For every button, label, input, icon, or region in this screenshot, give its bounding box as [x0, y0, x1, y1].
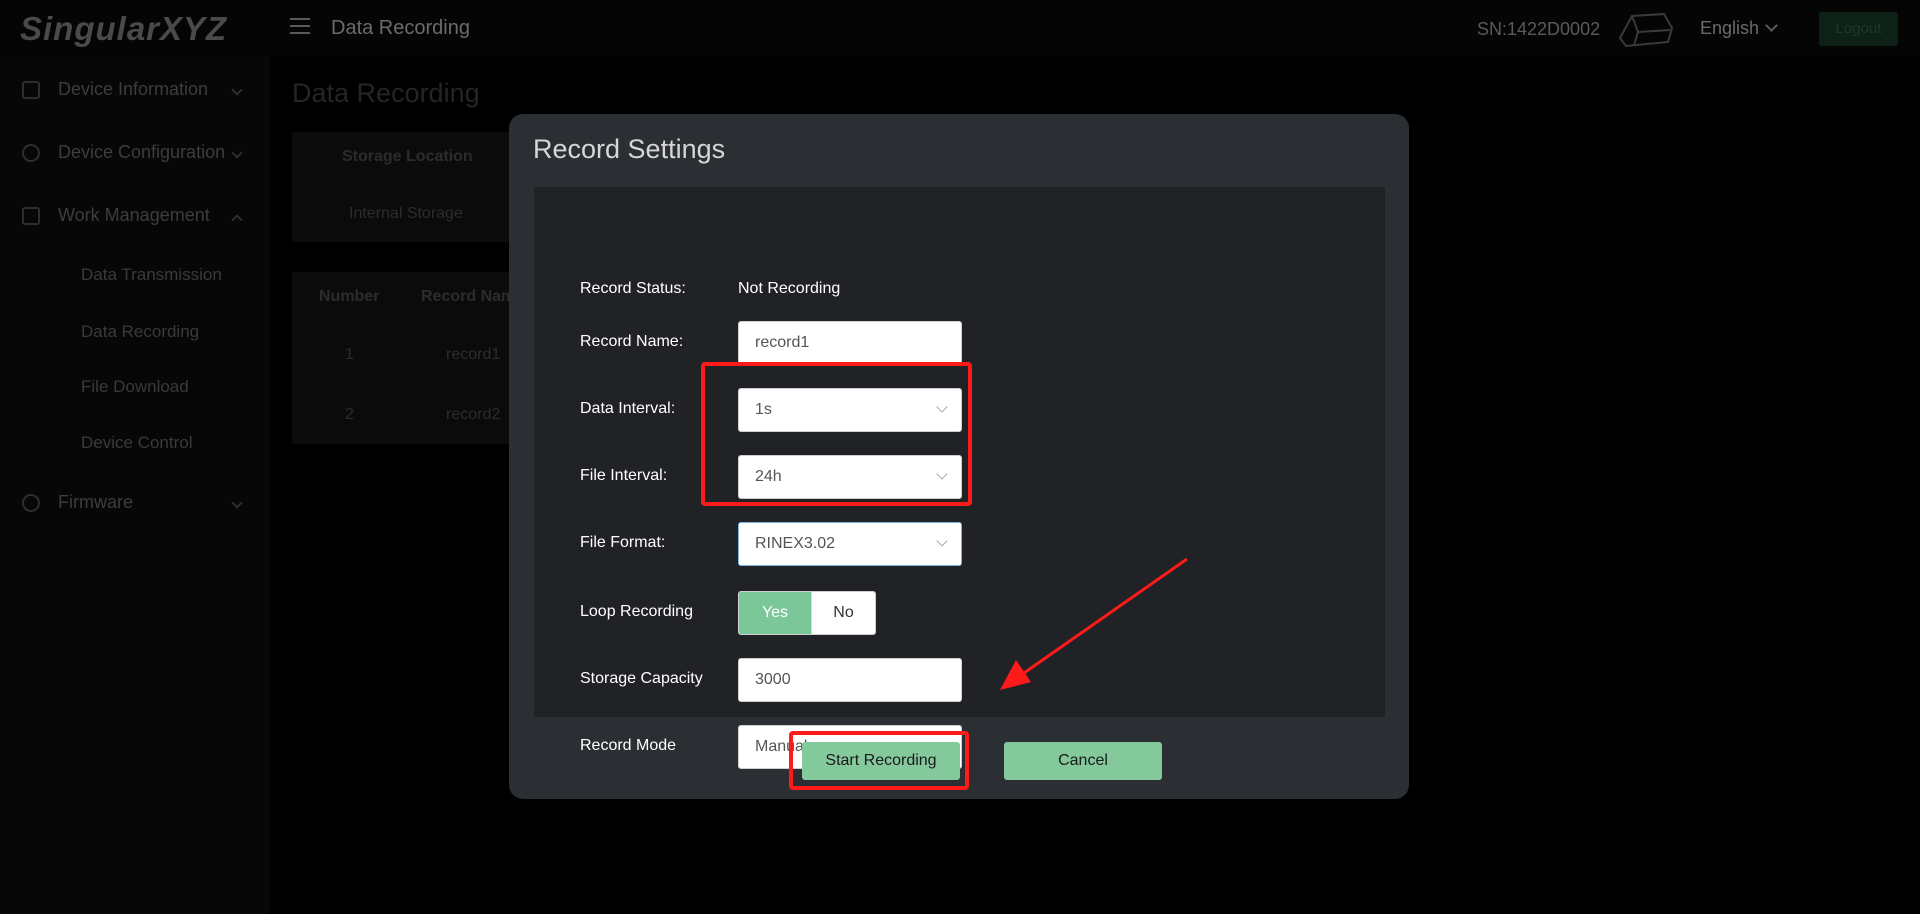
- annotation-arrow-icon: [1000, 557, 1188, 690]
